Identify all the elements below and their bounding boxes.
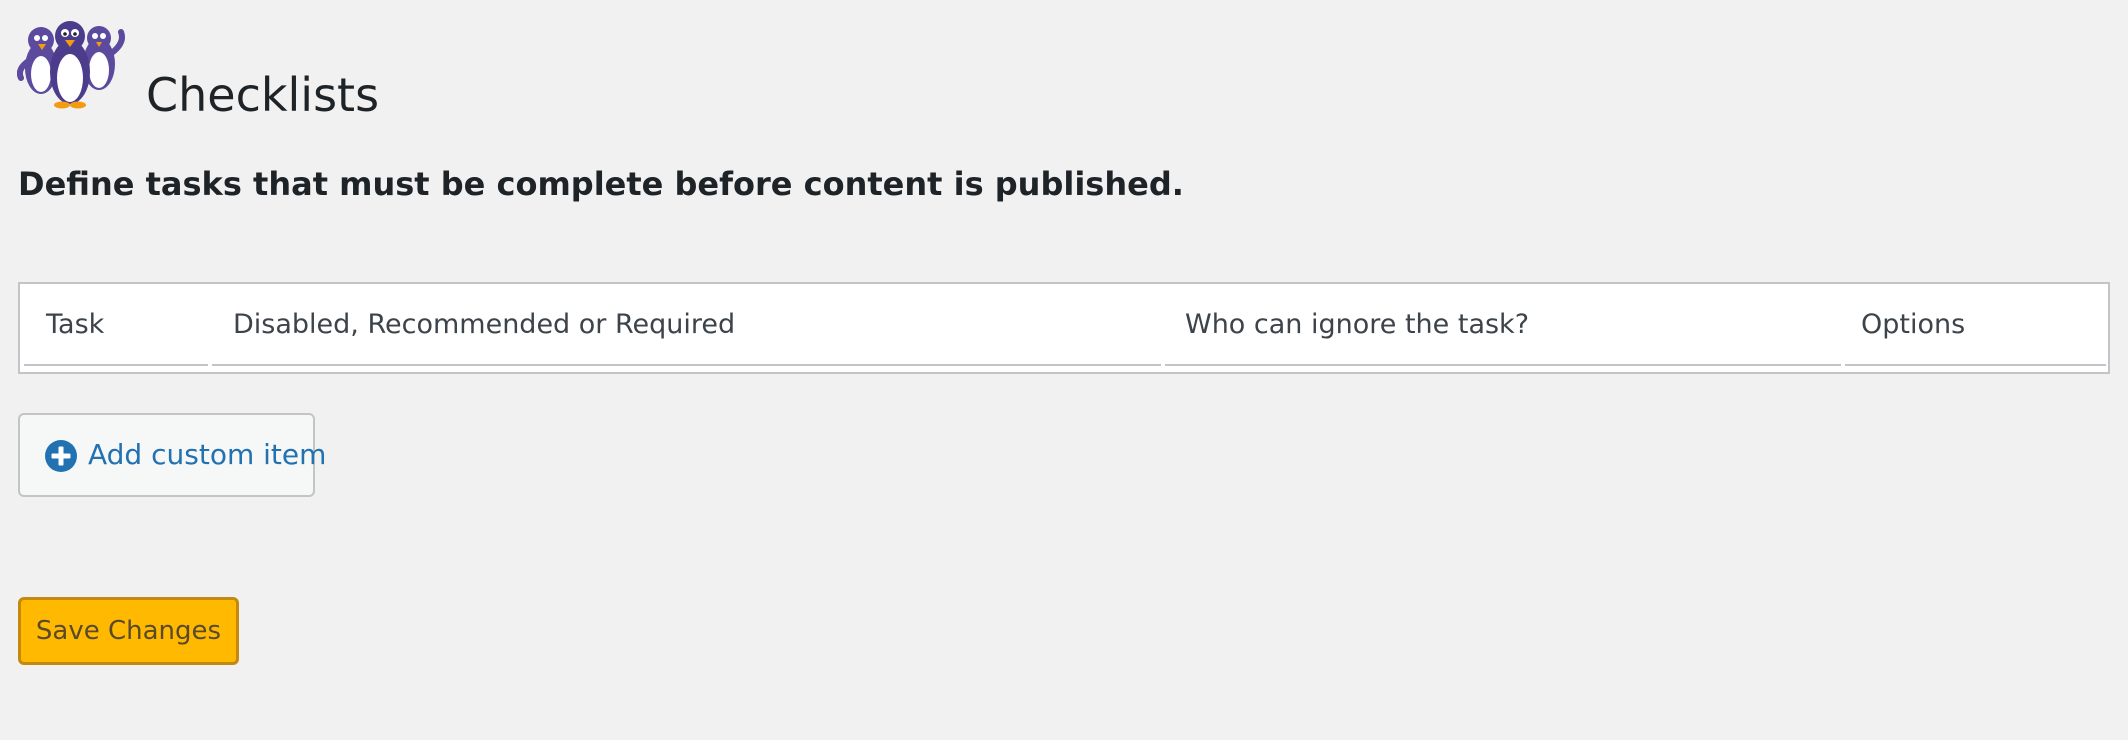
column-header-options: Options [1845,284,2106,366]
checklist-tasks-table: Task Disabled, Recommended or Required W… [18,282,2110,374]
column-header-task: Task [24,284,208,366]
column-header-requirement-mode: Disabled, Recommended or Required [212,284,1161,366]
column-header-who-can-ignore: Who can ignore the task? [1165,284,1841,366]
penguins-logo-icon [17,21,125,109]
plus-circle-icon [45,440,77,472]
penguin-center-icon [50,21,90,109]
page-title: Checklists [146,68,380,122]
page-description: Define tasks that must be complete befor… [18,165,1184,203]
add-custom-item-button[interactable]: Add custom item [18,413,326,497]
save-changes-button[interactable]: Save Changes [18,597,239,665]
add-custom-item-label: Add custom item [88,438,327,471]
